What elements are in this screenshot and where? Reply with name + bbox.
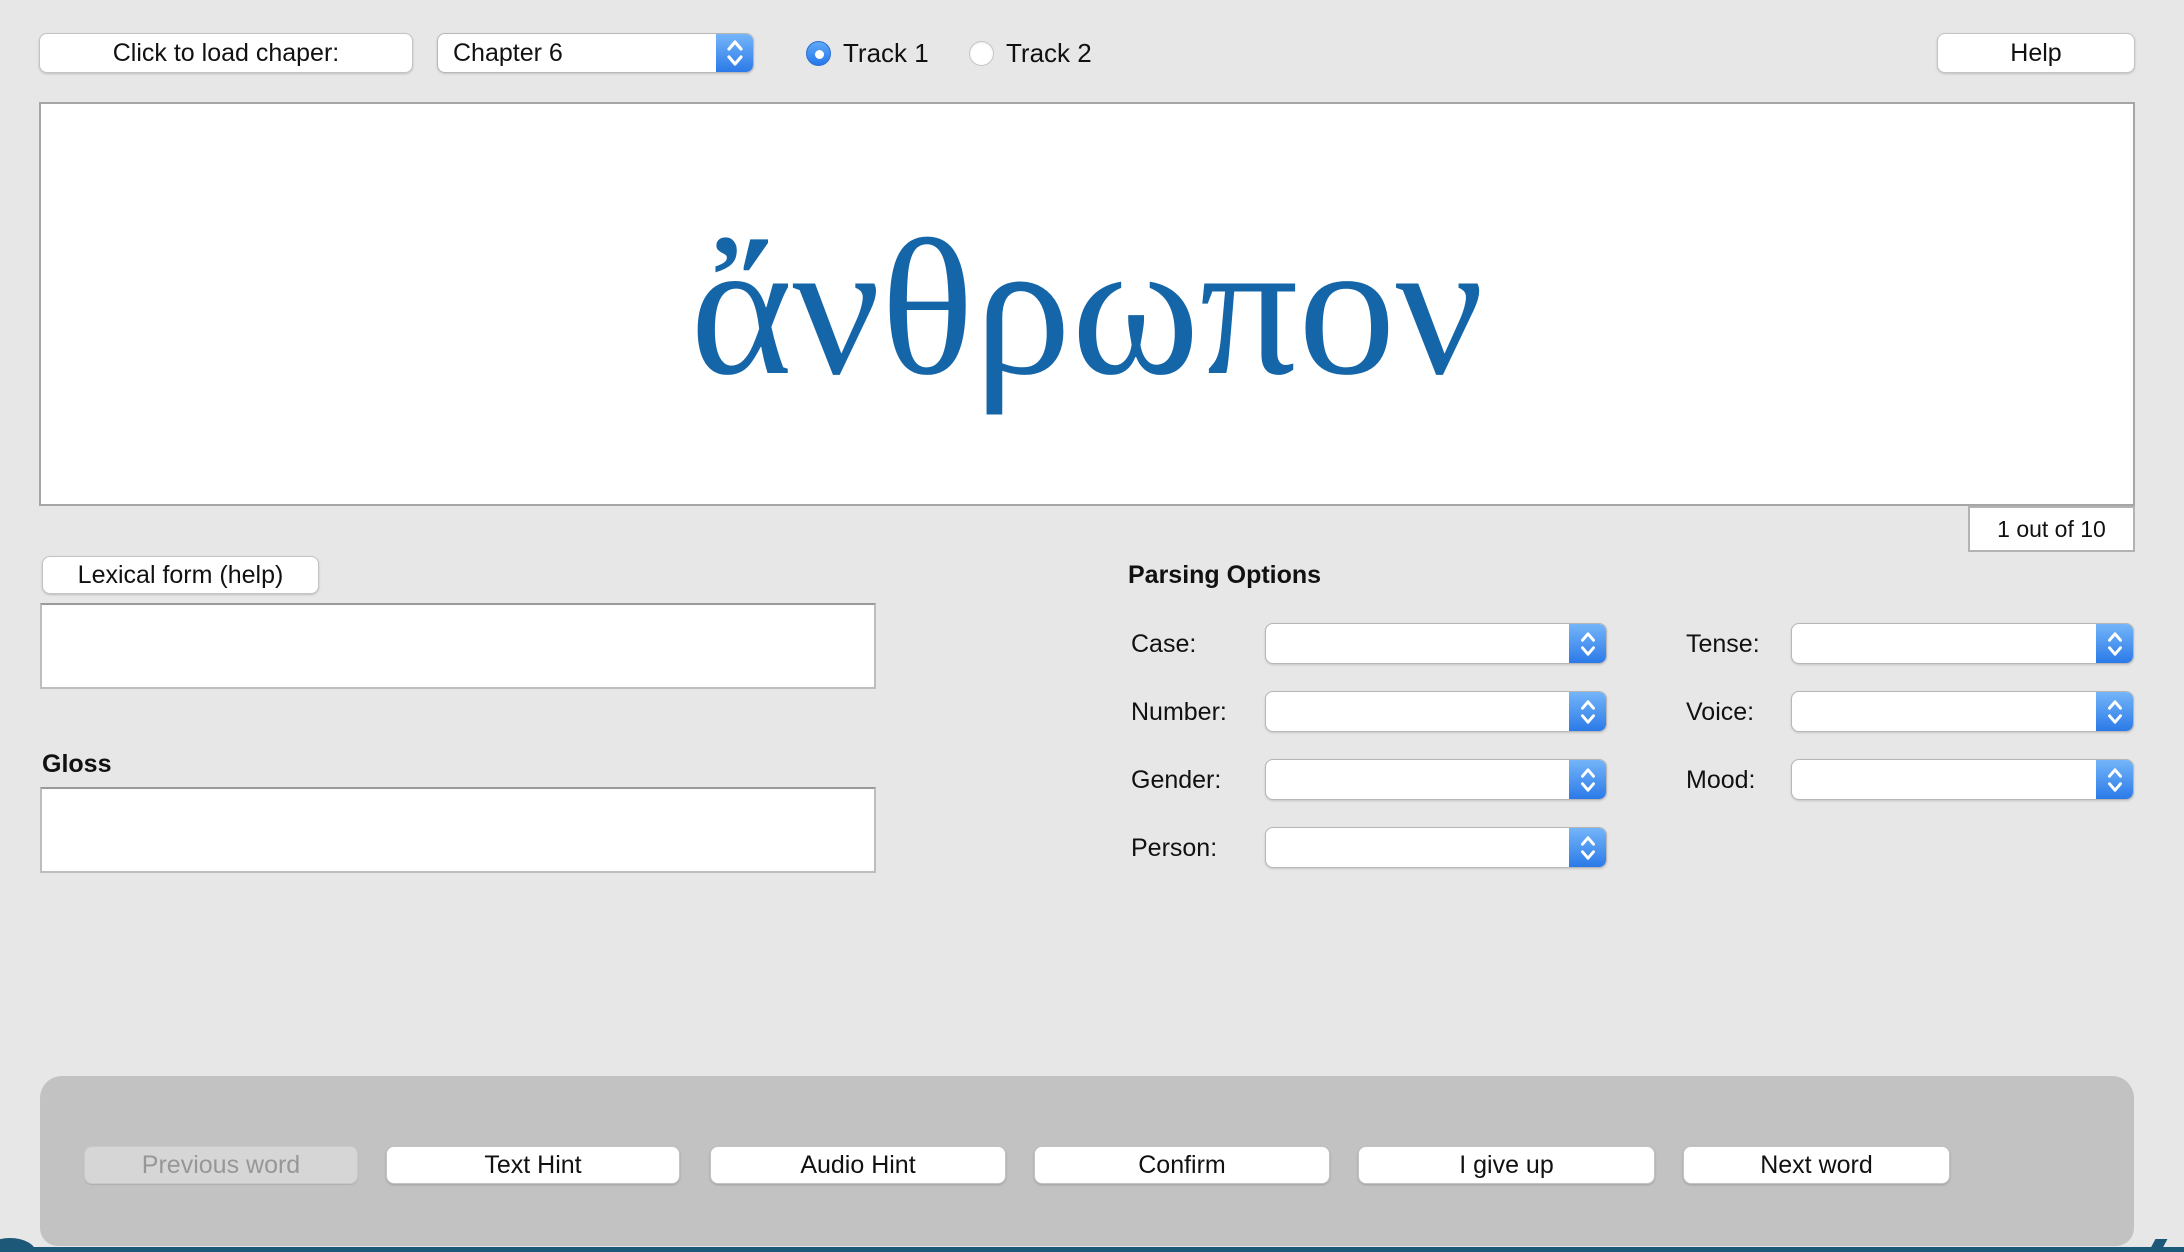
load-chapter-button[interactable]: Click to load chaper: [39,33,413,73]
stepper-up-down-icon [1569,828,1606,867]
lexical-form-help-button[interactable]: Lexical form (help) [42,556,319,594]
person-select[interactable] [1265,827,1607,868]
tense-select[interactable] [1791,623,2134,664]
word-display-panel: ἄνθρωπον [39,102,2135,506]
mood-label: Mood: [1686,766,1755,795]
stepper-up-down-icon [2096,692,2133,731]
parsing-options-title: Parsing Options [1128,561,1321,590]
next-word-button[interactable]: Next word [1683,1146,1950,1184]
stepper-up-down-icon [1569,624,1606,663]
gender-label: Gender: [1131,766,1221,795]
gloss-input[interactable] [40,787,876,873]
voice-label: Voice: [1686,698,1754,727]
case-select[interactable] [1265,623,1607,664]
person-label: Person: [1131,834,1217,863]
lexical-form-input[interactable] [40,603,876,689]
gender-select[interactable] [1265,759,1607,800]
number-label: Number: [1131,698,1227,727]
mood-select[interactable] [1791,759,2134,800]
previous-word-button[interactable]: Previous word [84,1146,358,1184]
greek-parsing-app: Click to load chaper: Chapter 6 Track 1 … [0,0,2184,1252]
stepper-up-down-icon [716,34,753,72]
number-select[interactable] [1265,691,1607,732]
stepper-up-down-icon [1569,692,1606,731]
track2-radio-label[interactable]: Track 2 [1006,38,1092,69]
stepper-up-down-icon [2096,760,2133,799]
tense-label: Tense: [1686,630,1760,659]
voice-select[interactable] [1791,691,2134,732]
confirm-button[interactable]: Confirm [1034,1146,1330,1184]
gloss-label: Gloss [42,750,111,779]
word-counter-badge: 1 out of 10 [1968,506,2135,552]
track2-radio[interactable] [969,41,994,66]
chapter-select-value: Chapter 6 [438,39,716,68]
track1-radio[interactable] [806,41,831,66]
text-hint-button[interactable]: Text Hint [386,1146,680,1184]
greek-word-display: ἄνθρωπον [690,203,1484,406]
track1-radio-label[interactable]: Track 1 [843,38,929,69]
help-button[interactable]: Help [1937,33,2135,73]
stepper-up-down-icon [2096,624,2133,663]
stepper-up-down-icon [1569,760,1606,799]
i-give-up-button[interactable]: I give up [1358,1146,1655,1184]
chapter-select[interactable]: Chapter 6 [437,33,754,73]
background-window-edge [0,1247,2184,1252]
case-label: Case: [1131,630,1196,659]
audio-hint-button[interactable]: Audio Hint [710,1146,1006,1184]
